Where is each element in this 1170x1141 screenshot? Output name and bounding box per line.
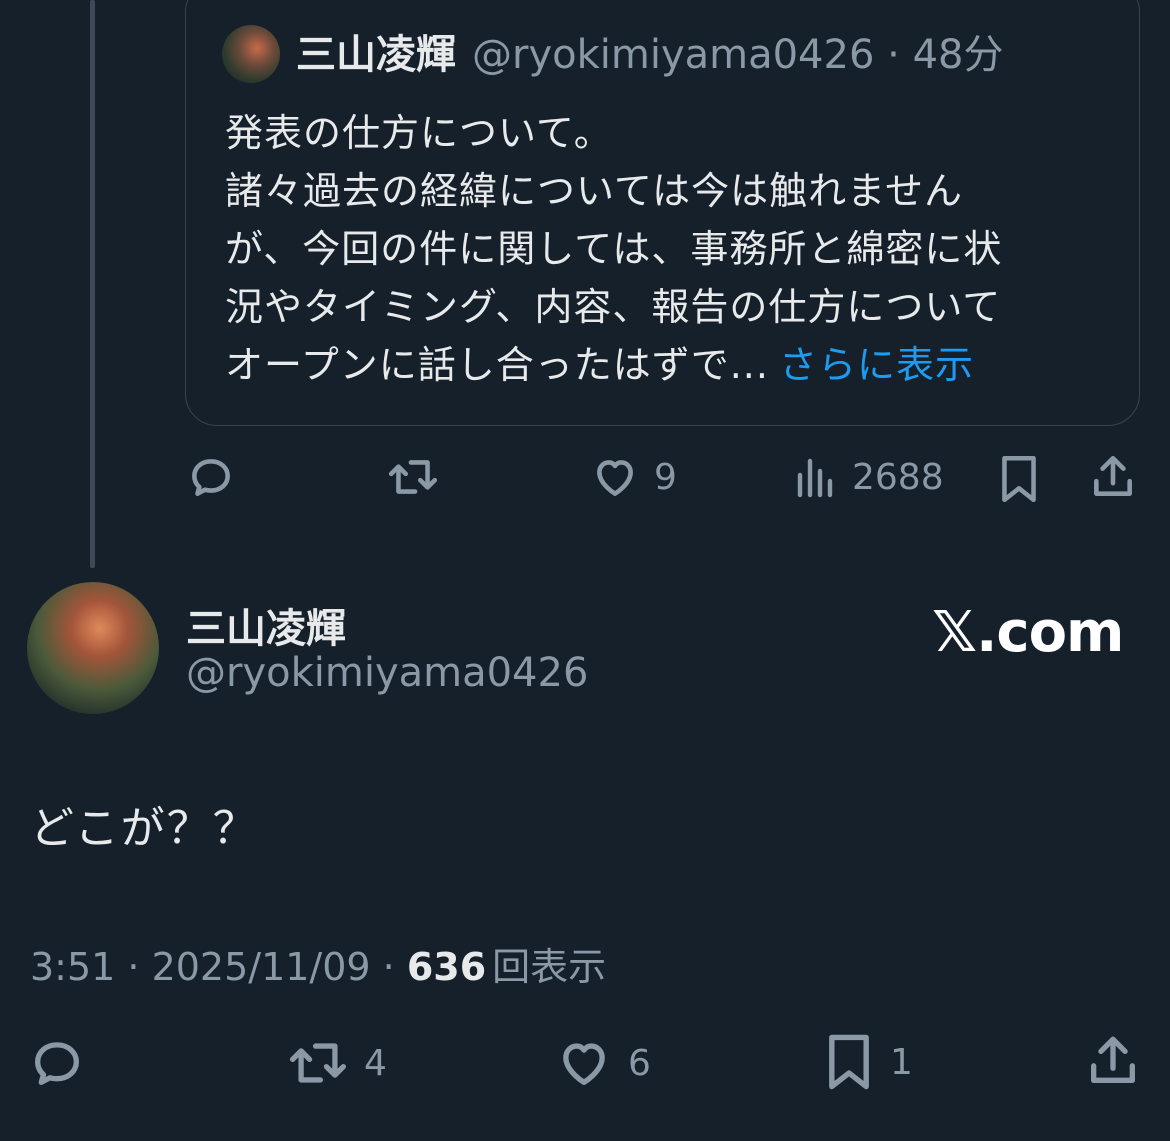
reply-icon <box>35 1042 79 1085</box>
views-icon <box>797 458 833 498</box>
display-name[interactable]: 三山凌輝 <box>186 596 346 654</box>
retweet-icon <box>388 460 438 494</box>
quoted-body-last-text: オープンに話し合ったはずで... <box>225 343 769 387</box>
quoted-time[interactable]: 48分 <box>913 32 1004 78</box>
retweet-count: 4 <box>364 1042 387 1084</box>
quoted-separator: · <box>887 32 900 78</box>
x-brand-logo: 𝕏.com <box>932 600 1124 665</box>
bookmark-icon <box>829 1034 869 1090</box>
quoted-retweet-button[interactable] <box>386 452 440 502</box>
retweet-button[interactable]: 4 <box>286 1034 387 1092</box>
bookmark-count: 1 <box>890 1041 913 1083</box>
heart-icon <box>563 1043 605 1085</box>
quoted-like-count: 9 <box>654 456 677 498</box>
share-button[interactable] <box>1084 1032 1142 1090</box>
quoted-display-name[interactable]: 三山凌輝 <box>296 32 456 78</box>
quoted-reply-button[interactable] <box>186 452 236 502</box>
avatar[interactable] <box>27 582 159 714</box>
quoted-body-line: 況やタイミング、内容、報告の仕方について <box>225 285 1002 329</box>
share-icon <box>1091 1036 1135 1083</box>
show-more-link[interactable]: さらに表示 <box>779 343 974 387</box>
tweet-timestamp[interactable]: 3:51 · 2025/11/09 · <box>30 945 395 989</box>
quoted-views-count: 2688 <box>852 456 944 498</box>
share-icon <box>1094 455 1132 496</box>
reply-button[interactable] <box>28 1034 86 1092</box>
tweet-meta: 3:51 · 2025/11/09 · 636 回表示 <box>30 936 606 991</box>
quoted-handle-text: @ryokimiyama0426 <box>472 32 875 78</box>
heart-icon <box>597 460 633 496</box>
quoted-views-button[interactable]: 2688 <box>794 452 944 502</box>
quoted-avatar[interactable] <box>222 25 280 83</box>
quoted-like-button[interactable]: 9 <box>590 452 677 502</box>
retweet-icon <box>289 1043 347 1083</box>
like-button[interactable]: 6 <box>554 1034 651 1092</box>
quoted-body-line: が、今回の件に関しては、事務所と綿密に状 <box>225 227 1003 271</box>
quoted-share-button[interactable] <box>1088 452 1138 502</box>
reply-icon <box>192 459 230 496</box>
handle[interactable]: @ryokimiyama0426 <box>186 650 588 696</box>
quoted-bookmark-button[interactable] <box>996 452 1042 506</box>
quoted-tweet-body: 発表の仕方について。 諸々過去の経緯については今は触れません が、今回の件に関し… <box>225 104 1105 394</box>
quoted-body-line: 諸々過去の経緯については今は触れません <box>225 169 963 213</box>
bookmark-icon <box>1002 455 1036 503</box>
quoted-tweet-header: 三山凌輝 @ryokimiyama0426 · 48分 <box>296 30 1003 80</box>
tweet-views-count: 636 <box>406 945 487 989</box>
thread-connector-line <box>90 0 95 568</box>
tweet-views-label: 回表示 <box>492 945 607 989</box>
quoted-body-line: オープンに話し合ったはずで... さらに表示 <box>225 336 1105 394</box>
like-count: 6 <box>628 1042 651 1084</box>
tweet-text: どこが？？ <box>30 803 259 854</box>
bookmark-button[interactable]: 1 <box>822 1030 913 1094</box>
quoted-body-line: 発表の仕方について。 <box>225 111 613 155</box>
quoted-handle: @ryokimiyama0426 · 48分 <box>472 32 1003 78</box>
